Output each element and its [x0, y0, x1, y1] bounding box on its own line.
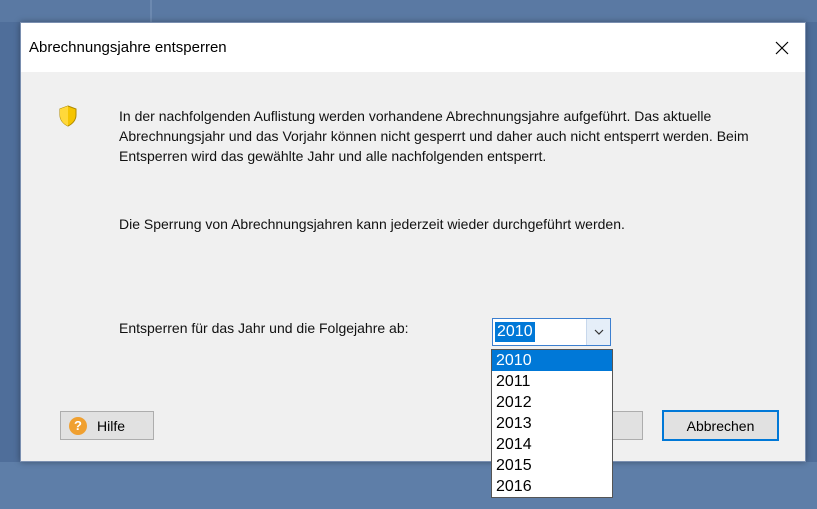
dropdown-option[interactable]: 2010	[492, 350, 612, 371]
dialog-title: Abrechnungsjahre entsperren	[29, 39, 227, 56]
desktop-window-edge	[150, 0, 152, 22]
dropdown-option[interactable]: 2015	[492, 455, 612, 476]
year-select-value: 2010	[495, 322, 535, 342]
dropdown-option[interactable]: 2011	[492, 371, 612, 392]
year-dropdown-list: 2010 2011 2012 2013 2014 2015 2016	[491, 349, 613, 498]
chevron-down-icon	[594, 329, 603, 335]
dropdown-option[interactable]: 2014	[492, 434, 612, 455]
dropdown-option[interactable]: 2016	[492, 476, 612, 497]
close-button[interactable]	[759, 23, 805, 72]
year-select-dropdown-button[interactable]	[586, 319, 610, 345]
cancel-button-label: Abbrechen	[686, 417, 755, 434]
close-icon	[775, 41, 789, 54]
desktop-background-top	[0, 0, 817, 22]
cancel-button[interactable]: Abbrechen	[662, 410, 779, 441]
dropdown-option[interactable]: 2013	[492, 413, 612, 434]
unlock-years-dialog: Abrechnungsjahre entsperren In der nachf…	[20, 22, 806, 498]
dialog-titlebar: Abrechnungsjahre entsperren	[21, 23, 805, 72]
year-select-label: Entsperren für das Jahr und die Folgejah…	[119, 320, 409, 336]
dropdown-option[interactable]: 2012	[492, 392, 612, 413]
desktop-background-bottom	[0, 462, 817, 509]
info-paragraph-2: Die Sperrung von Abrechnungsjahren kann …	[119, 216, 625, 232]
help-button-label: Hilfe	[97, 417, 126, 434]
shield-icon	[59, 105, 77, 127]
help-icon: ?	[69, 416, 87, 435]
help-button[interactable]: ? Hilfe	[60, 411, 154, 440]
year-select[interactable]: 2010	[492, 318, 611, 346]
info-paragraph-1: In der nachfolgenden Auflistung werden v…	[119, 108, 749, 164]
